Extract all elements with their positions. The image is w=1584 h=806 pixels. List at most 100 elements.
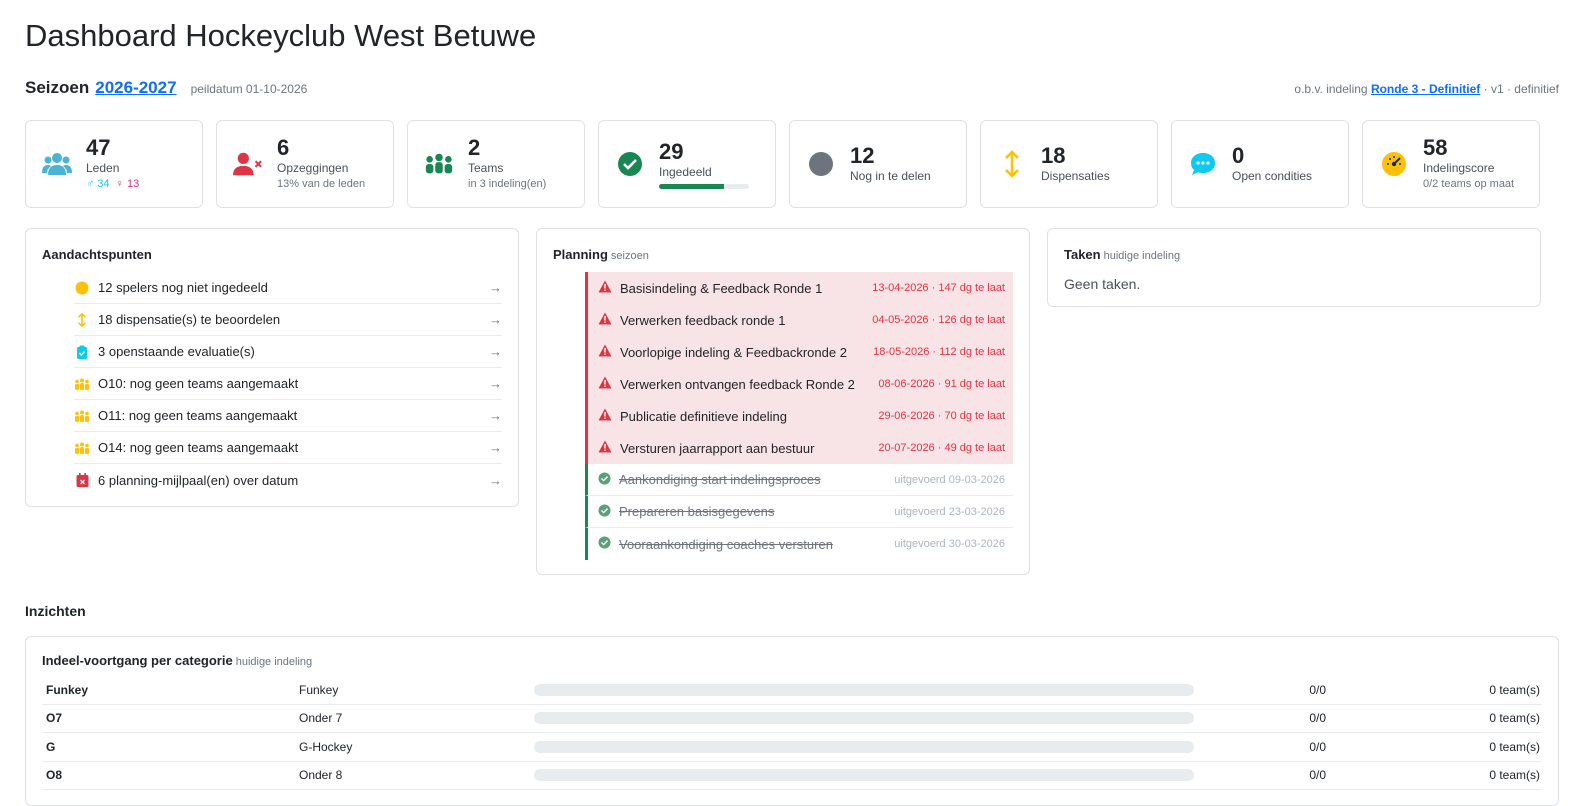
category-ratio: 0/0 <box>1309 682 1326 697</box>
team-icon <box>424 149 454 179</box>
planning-item-done[interactable]: Aankondiging start indelingsproces uitgev… <box>585 464 1013 496</box>
stat-card-indelingscore[interactable]: 58 Indelingscore 0/2 teams op maat <box>1362 120 1540 208</box>
stat-card-leden[interactable]: 47 Leden ♂ 34 ♀ 13 <box>25 120 203 208</box>
attention-item[interactable]: 12 spelers nog niet ingedeeld → <box>74 272 502 304</box>
planning-card: Planning seizoen Basisindeling & Feedback… <box>536 228 1030 575</box>
stat-card-teams[interactable]: 2 Teams in 3 indeling(en) <box>407 120 585 208</box>
stat-card-ingedeeld[interactable]: 29 Ingedeeld <box>598 120 776 208</box>
indeling-link[interactable]: Ronde 3 - Definitief <box>1371 82 1480 96</box>
indeling-basis: o.b.v. indeling Ronde 3 - Definitief · v… <box>1294 82 1559 96</box>
ingedeeld-progress <box>659 183 749 189</box>
arrow-right-icon: → <box>489 280 502 295</box>
calendar-x-icon <box>74 473 90 487</box>
attention-item[interactable]: O11: nog geen teams aangemaakt → <box>74 400 502 432</box>
planning-date: 13-04-2026 · 147 dg te laat <box>872 282 1005 294</box>
tasks-empty-text: Geen taken. <box>1064 276 1141 292</box>
planning-item-late[interactable]: Basisindeling & Feedback Ronde 1 13-04-20… <box>585 272 1013 304</box>
arrow-right-icon: → <box>489 376 502 391</box>
tasks-card: Taken huidige indeling Geen taken. <box>1047 228 1541 307</box>
planning-date: 04-05-2026 · 126 dg te laat <box>872 314 1005 326</box>
arrow-right-icon: → <box>489 440 502 455</box>
arrow-right-icon: → <box>489 472 502 488</box>
category-row[interactable]: O7 Onder 7 0/0 0 team(s) <box>42 705 1542 733</box>
arrow-right-icon: → <box>489 312 502 327</box>
stat-card-dispensaties[interactable]: 18 Dispensaties <box>980 120 1158 208</box>
category-ratio: 0/0 <box>1309 768 1326 783</box>
category-row[interactable]: G G-Hockey 0/0 0 team(s) <box>42 733 1542 762</box>
stat-card-nog-in-te-delen[interactable]: 12 Nog in te delen <box>789 120 967 208</box>
planning-text: Versturen jaarrapport aan bestuur <box>620 440 815 456</box>
female-count: ♀ 13 <box>115 178 140 190</box>
planning-date: 20-07-2026 · 49 dg te laat <box>878 442 1005 454</box>
attention-item[interactable]: 6 planning-mijlpaal(en) over datum → <box>74 464 502 496</box>
tasks-title: Taken <box>1064 247 1101 262</box>
attention-item[interactable]: 3 openstaande evaluatie(s) → <box>74 336 502 368</box>
attention-item[interactable]: 18 dispensatie(s) te beoordelen → <box>74 304 502 336</box>
stat-sub: 13% van de leden <box>277 178 366 190</box>
planning-item-done[interactable]: Prepareren basisgegevens uitgevoerd 23-03… <box>585 496 1013 528</box>
clipboard-check-icon <box>74 345 90 359</box>
category-teams: 0 team(s) <box>1489 768 1540 783</box>
planning-text: Verwerken feedback ronde 1 <box>620 312 786 328</box>
planning-date: 29-06-2026 · 70 dg te laat <box>878 410 1005 422</box>
team-icon <box>74 410 90 422</box>
planning-text: Publicatie definitieve indeling <box>620 408 787 424</box>
chat-icon <box>1188 149 1218 179</box>
circle-icon <box>74 281 90 295</box>
stat-sub: in 3 indeling(en) <box>468 178 547 190</box>
warning-icon <box>598 344 612 360</box>
category-name: Onder 7 <box>299 711 343 726</box>
users-icon <box>42 149 72 179</box>
circle-icon <box>806 149 836 179</box>
stat-value: 6 <box>277 135 290 160</box>
peildatum-text: peildatum 01-10-2026 <box>190 82 308 96</box>
planning-item-late[interactable]: Publicatie definitieve indeling 29-06-202… <box>585 400 1013 432</box>
category-teams: 0 team(s) <box>1489 682 1540 697</box>
stat-value: 2 <box>468 135 481 160</box>
category-name: Onder 8 <box>299 768 343 783</box>
progress-card-title: Indeel-voortgang per categorie <box>42 653 233 668</box>
stat-value: 58 <box>1423 135 1448 160</box>
attention-text: 6 planning-mijlpaal(en) over datum <box>98 472 299 488</box>
progress-card-subtitle: huidige indeling <box>235 656 313 668</box>
tasks-subtitle: huidige indeling <box>1103 250 1181 262</box>
planning-list: Basisindeling & Feedback Ronde 1 13-04-20… <box>537 272 1029 574</box>
warning-icon <box>598 440 612 456</box>
planning-item-late[interactable]: Versturen jaarrapport aan bestuur 20-07-2… <box>585 432 1013 464</box>
planning-item-done[interactable]: Vooraankondiging coaches versturen uitgev… <box>585 528 1013 560</box>
check-circle-icon <box>615 149 645 179</box>
category-teams: 0 team(s) <box>1489 739 1540 754</box>
category-code: O8 <box>46 768 63 783</box>
category-row[interactable]: Funkey Funkey 0/0 0 team(s) <box>42 676 1542 705</box>
season-link[interactable]: 2026-2027 <box>95 78 176 98</box>
category-progress-bar <box>534 712 1194 725</box>
planning-text: Basisindeling & Feedback Ronde 1 <box>620 280 823 296</box>
stat-value: 29 <box>659 138 684 164</box>
attention-text: 18 dispensatie(s) te beoordelen <box>98 312 281 327</box>
planning-item-late[interactable]: Verwerken feedback ronde 1 04-05-2026 · 1… <box>585 304 1013 336</box>
stat-label: Open condities <box>1232 169 1313 183</box>
planning-date: 18-05-2026 · 112 dg te laat <box>873 346 1005 358</box>
attention-item[interactable]: O10: nog geen teams aangemaakt → <box>74 368 502 400</box>
category-ratio: 0/0 <box>1309 711 1326 726</box>
check-circle-icon <box>598 472 611 488</box>
attention-card: Aandachtspunten 12 spelers nog niet inge… <box>25 228 519 507</box>
arrows-vertical-icon <box>74 312 90 327</box>
indeling-basis-suffix: · v1 · definitief <box>1483 82 1559 96</box>
arrow-right-icon: → <box>489 344 502 359</box>
season-bar: Seizoen 2026-2027 peildatum 01-10-2026 o… <box>25 78 1559 106</box>
warning-icon <box>598 408 612 424</box>
planning-item-late[interactable]: Voorlopige indeling & Feedbackronde 2 18-… <box>585 336 1013 368</box>
stat-label: Leden <box>86 161 120 175</box>
warning-icon <box>598 376 612 392</box>
stat-cards: 47 Leden ♂ 34 ♀ 13 6 Opzeggingen 13% van… <box>25 120 1559 208</box>
stat-label: Nog in te delen <box>850 169 931 183</box>
attention-item[interactable]: O14: nog geen teams aangemaakt → <box>74 432 502 464</box>
planning-item-late[interactable]: Verwerken ontvangen feedback Ronde 2 08-0… <box>585 368 1013 400</box>
category-progress-bar <box>534 769 1194 782</box>
category-name: Funkey <box>299 682 339 697</box>
team-icon <box>74 442 90 454</box>
stat-card-opzeggingen[interactable]: 6 Opzeggingen 13% van de leden <box>216 120 394 208</box>
category-row[interactable]: O8 Onder 8 0/0 0 team(s) <box>42 762 1542 790</box>
stat-card-open-condities[interactable]: 0 Open condities <box>1171 120 1349 208</box>
